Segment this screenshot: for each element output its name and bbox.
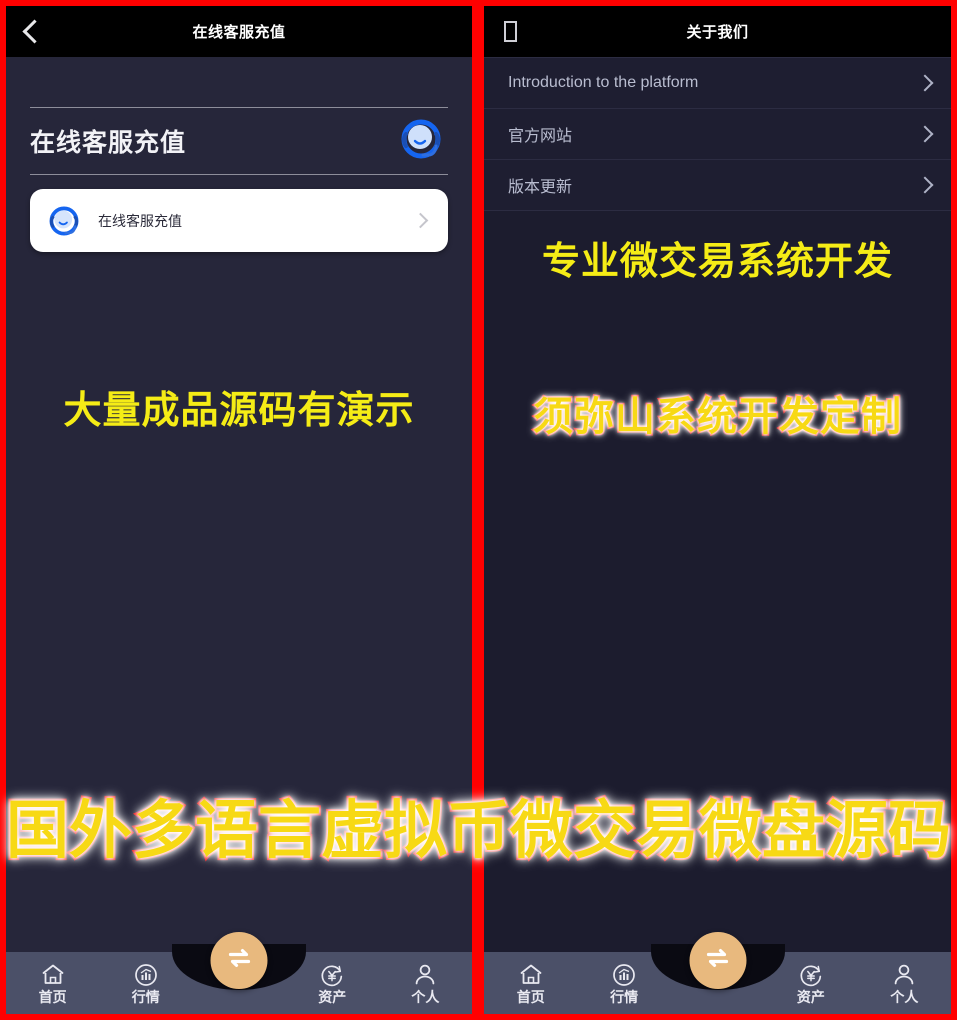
yen-refresh-icon — [798, 962, 824, 988]
back-button[interactable] — [484, 6, 536, 57]
about-list: Introduction to the platform 官方网站 版本更新 — [484, 57, 951, 211]
missing-glyph-box-icon — [503, 21, 517, 42]
tab-home[interactable]: 首页 — [6, 952, 99, 1014]
page-title: 关于我们 — [686, 24, 749, 41]
headset-support-icon — [44, 201, 84, 241]
back-button[interactable] — [6, 6, 58, 57]
headset-support-icon — [394, 112, 448, 171]
chevron-right-icon — [916, 125, 934, 143]
yen-refresh-icon — [319, 962, 345, 988]
page-title: 在线客服充值 — [192, 24, 286, 41]
home-icon — [518, 962, 544, 988]
person-icon — [891, 962, 917, 988]
tab-label: 资产 — [318, 989, 347, 1005]
chevron-right-icon — [412, 212, 429, 229]
left-panel-body: 在线客服充值 在线客服充值 — [6, 57, 472, 1014]
right-panel-body: Introduction to the platform 官方网站 版本更新 — [484, 57, 951, 1014]
list-item[interactable]: 官方网站 — [484, 109, 951, 160]
tab-label: 资产 — [796, 989, 825, 1005]
left-phone-panel: 在线客服充值 在线客服充值 在线客服充值 大量成品源码有演示 首页 行情 资产 … — [0, 0, 478, 1020]
service-section-title: 在线客服充值 — [30, 129, 187, 157]
swap-arrows-icon — [703, 943, 733, 978]
tab-label: 行情 — [610, 989, 639, 1005]
right-header-bar: 关于我们 — [484, 6, 951, 57]
person-icon — [412, 962, 438, 988]
tab-label: 首页 — [516, 989, 545, 1005]
tab-home[interactable]: 首页 — [484, 952, 577, 1014]
tab-label: 首页 — [38, 989, 67, 1005]
chevron-left-icon — [21, 19, 47, 44]
tab-label: 行情 — [131, 989, 160, 1005]
swap-fab-button[interactable] — [210, 932, 268, 989]
tab-label: 个人 — [890, 989, 919, 1005]
card-label: 在线客服充值 — [98, 212, 182, 229]
list-item-label: Introduction to the platform — [508, 74, 699, 91]
home-icon — [40, 962, 66, 988]
tab-profile[interactable]: 个人 — [379, 952, 472, 1014]
chart-circle-icon — [611, 962, 637, 988]
chevron-right-icon — [916, 74, 934, 92]
swap-arrows-icon — [224, 943, 254, 978]
list-item-label: 版本更新 — [508, 179, 573, 196]
top-spacer — [6, 57, 472, 107]
swap-fab-button[interactable] — [689, 932, 746, 989]
list-item[interactable]: Introduction to the platform — [484, 58, 951, 109]
service-section-header: 在线客服充值 — [30, 108, 448, 174]
chart-circle-icon — [133, 962, 159, 988]
list-item[interactable]: 版本更新 — [484, 160, 951, 211]
left-header-bar: 在线客服充值 — [6, 6, 472, 57]
tab-label: 个人 — [411, 989, 440, 1005]
online-service-recharge-card[interactable]: 在线客服充值 — [30, 189, 448, 252]
right-phone-panel: 关于我们 Introduction to the platform 官方网站 版… — [478, 0, 957, 1020]
chevron-right-icon — [916, 176, 934, 194]
divider-bottom — [30, 174, 448, 175]
dual-phone-screenshot: 在线客服充值 在线客服充值 在线客服充值 大量成品源码有演示 首页 行情 资产 … — [0, 0, 957, 1020]
list-item-label: 官方网站 — [508, 128, 573, 145]
tab-profile[interactable]: 个人 — [858, 952, 951, 1014]
